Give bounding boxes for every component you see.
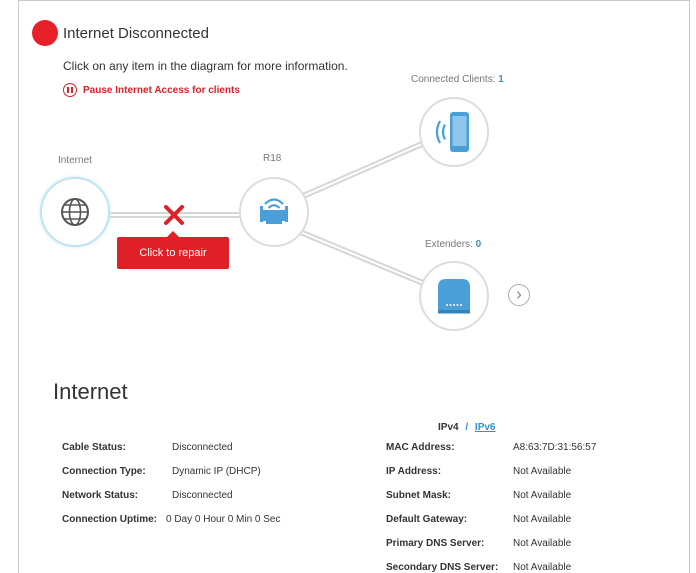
info-label: Connection Type: [62, 466, 146, 477]
internet-node-label: Internet [58, 155, 92, 166]
info-value: Not Available [513, 514, 572, 525]
click-to-repair-button[interactable]: Click to repair [117, 231, 229, 269]
connected-clients-count: 1 [498, 74, 504, 85]
ipv4-tab[interactable]: IPv4 [438, 422, 459, 433]
extenders-node[interactable] [419, 261, 489, 331]
connection-lines [86, 130, 449, 296]
internet-node[interactable] [40, 177, 110, 247]
info-value: Not Available [513, 466, 572, 477]
disconnect-x-icon[interactable] [163, 204, 185, 226]
info-value: Disconnected [172, 442, 233, 453]
info-value: Disconnected [172, 490, 233, 501]
info-label: Subnet Mask: [386, 490, 452, 501]
router-node[interactable] [239, 177, 309, 247]
next-extenders-button[interactable] [508, 284, 530, 306]
info-value: A8:63:7D:31:56:57 [513, 442, 597, 453]
connected-clients-text: Connected Clients: [411, 74, 496, 85]
extenders-text: Extenders: [425, 239, 473, 250]
info-value: 0 Day 0 Hour 0 Min 0 Sec [166, 514, 281, 525]
connected-clients-node[interactable] [419, 97, 489, 167]
globe-icon [61, 198, 89, 226]
info-label: Network Status: [62, 490, 139, 501]
chevron-right-icon [516, 291, 522, 299]
info-label: IP Address: [386, 466, 442, 477]
info-value: Dynamic IP (DHCP) [172, 466, 261, 477]
section-title: Internet [53, 379, 128, 404]
extender-icon [438, 279, 470, 314]
ip-version-separator: / [465, 422, 469, 433]
ipv6-tab-link[interactable]: IPv6 [475, 422, 496, 433]
info-label: Cable Status: [62, 442, 126, 453]
info-value: Not Available [513, 538, 572, 549]
info-label: Primary DNS Server: [386, 538, 485, 549]
internet-status-panel: Internet Disconnected Click on any item … [18, 0, 690, 573]
info-value: Not Available [513, 562, 572, 573]
extenders-count: 0 [475, 239, 482, 250]
router-node-label: R18 [263, 153, 282, 164]
network-diagram: Internet R18 Connected Clients: 1 Extend… [19, 1, 689, 361]
info-label: Default Gateway: [386, 514, 468, 525]
connected-clients-label: Connected Clients: 1 [411, 74, 504, 85]
ip-version-switch: IPv4 / IPv6 [438, 422, 496, 433]
router-icon [260, 198, 288, 224]
info-label: Connection Uptime: [62, 514, 157, 525]
info-value: Not Available [513, 490, 572, 501]
info-label: MAC Address: [386, 442, 455, 453]
info-label: Secondary DNS Server: [386, 562, 499, 573]
extenders-label: Extenders: 0 [425, 239, 481, 250]
mobile-device-icon [435, 112, 469, 152]
